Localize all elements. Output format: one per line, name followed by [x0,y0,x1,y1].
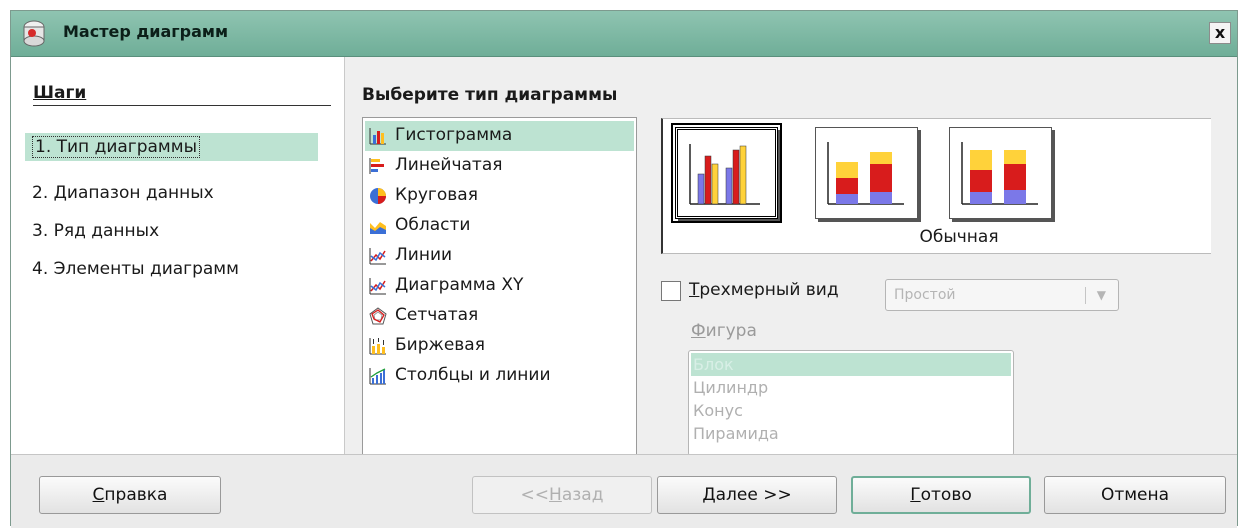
chart-type-stock[interactable]: Биржевая [365,331,634,361]
chart-type-label: Диаграмма XY [395,275,524,295]
chart-type-list[interactable]: Гистограмма Линейчатая Круговая Области … [362,117,637,459]
figure-item-cone[interactable]: Конус [691,399,1011,422]
chart-type-bar[interactable]: Линейчатая [365,151,634,181]
step-label: 4. Элементы диаграмм [32,259,239,279]
figure-label: Фигура [691,321,757,341]
button-bar: Справка <<Назад Далее >> Готово Отмена [11,454,1237,528]
chevron-down-icon: ▼ [1096,288,1106,302]
chart-wizard-dialog: Мастер диаграмм x Шаги 1. Тип диаграммы … [10,10,1238,528]
chart-type-net[interactable]: Сетчатая [365,301,634,331]
chart-type-label: Линейчатая [395,155,503,175]
pie-chart-icon [370,188,386,204]
next-mnemonic: Д [702,485,716,505]
back-prefix: << [520,485,550,505]
figure-item-block[interactable]: Блок [691,353,1011,376]
chart-wizard-app-icon [23,20,45,47]
scheme-select[interactable]: Простой ▼ [885,279,1119,311]
chart-type-heading: Выберите тип диаграммы [362,85,618,105]
close-icon: x [1214,23,1226,42]
combo-separator [1085,287,1086,304]
chart-variant-pane: Обычная [661,118,1211,254]
help-mnemonic: С [92,485,105,505]
column-chart-icon [369,128,386,145]
chart-type-label: Линии [395,245,453,265]
chart-type-line[interactable]: Линии [365,241,634,271]
step-label: 3. Ряд данных [32,221,160,241]
step-chart-type[interactable]: 1. Тип диаграммы [25,133,318,161]
step-data-range[interactable]: 2. Диапазон данных [25,179,318,207]
figure-label-text: игура [705,321,757,341]
finish-mnemonic: Г [910,485,921,505]
line-chart-icon [369,248,386,265]
area-chart-icon [370,222,386,234]
three-d-label[interactable]: Трехмерный вид [689,280,839,300]
column-line-chart-icon [369,368,386,385]
chart-type-panel: Выберите тип диаграммы Гистограмма Линей… [345,57,1237,459]
finish-button[interactable]: Готово [851,476,1031,514]
cancel-button[interactable]: Отмена [1044,476,1226,514]
figure-list[interactable]: Блок Цилиндр Конус Пирамида [688,350,1014,456]
net-chart-icon [369,307,387,325]
step-label: 1. Тип диаграммы [32,136,201,158]
chart-type-column-line[interactable]: Столбцы и линии [365,361,634,391]
chart-type-pie[interactable]: Круговая [365,181,634,211]
three-d-mnemonic: Т [689,280,700,300]
three-d-label-text: рехмерный вид [699,280,839,300]
title-bar[interactable]: Мастер диаграмм x [11,11,1237,57]
next-label: алее >> [715,485,792,505]
chart-type-column[interactable]: Гистограмма [365,121,634,151]
steps-divider [33,105,331,106]
variant-normal[interactable] [671,123,782,223]
back-button[interactable]: <<Назад [472,476,652,514]
chart-type-label: Круговая [395,185,478,205]
window-title: Мастер диаграмм [63,22,229,41]
three-d-checkbox[interactable] [661,281,681,301]
next-button[interactable]: Далее >> [657,476,837,514]
bar-chart-icon [369,158,384,174]
close-button[interactable]: x [1209,22,1231,44]
stock-chart-icon [369,338,386,355]
chart-type-label: Гистограмма [395,125,513,145]
scheme-select-value: Простой [894,287,956,303]
chart-type-xy[interactable]: Диаграмма XY [365,271,634,301]
figure-item-pyramid[interactable]: Пирамида [691,422,1011,445]
stacked-column-variant-icon [827,142,904,205]
chart-type-label: Области [395,215,471,235]
back-label: азад [561,485,604,505]
chart-type-label: Сетчатая [395,305,479,325]
percent-stacked-column-variant-icon [961,142,1038,205]
step-label: 2. Диапазон данных [32,183,214,203]
step-chart-elements[interactable]: 4. Элементы диаграмм [25,255,318,283]
finish-label: отово [920,485,972,505]
figure-mnemonic: Ф [691,321,706,341]
variant-stacked[interactable] [815,127,918,219]
chart-type-label: Столбцы и линии [395,365,551,385]
back-mnemonic: Н [549,485,562,505]
chart-type-area[interactable]: Области [365,211,634,241]
xy-chart-icon [369,278,386,295]
variant-percent-stacked[interactable] [949,127,1052,219]
normal-column-variant-icon [689,144,760,205]
figure-item-cylinder[interactable]: Цилиндр [691,376,1011,399]
step-data-series[interactable]: 3. Ряд данных [25,217,318,245]
chart-type-label: Биржевая [395,335,485,355]
variant-caption: Обычная [919,227,999,247]
steps-pane: Шаги 1. Тип диаграммы 2. Диапазон данных… [11,57,345,454]
help-label: правка [104,485,168,505]
help-button[interactable]: Справка [39,476,221,514]
steps-heading: Шаги [33,83,87,103]
